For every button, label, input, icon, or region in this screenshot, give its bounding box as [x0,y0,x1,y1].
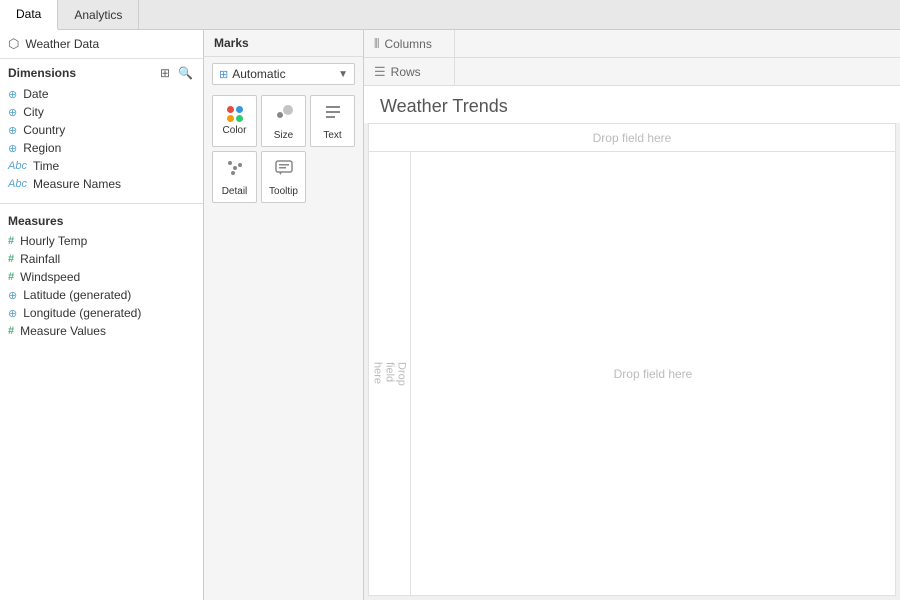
dimensions-title: Dimensions [8,66,76,80]
field-country[interactable]: ⊕ Country [0,121,203,139]
chart-title: Weather Trends [364,86,900,123]
dimensions-header: Dimensions ⊞ 🔍 [0,59,203,85]
color-icon [227,106,243,122]
detail-button[interactable]: Detail [212,151,257,203]
marks-header: Marks [204,30,363,57]
field-windspeed[interactable]: # Windspeed [0,268,203,286]
left-drop-label: Dropfieldhere [372,362,408,386]
datasource-name: Weather Data [25,37,99,51]
globe-icon: ⊕ [8,124,17,137]
measures-list: # Hourly Temp # Rainfall # Windspeed ⊕ L… [0,232,203,346]
measures-title: Measures [8,214,63,228]
tooltip-button[interactable]: Tooltip [261,151,306,203]
field-city[interactable]: ⊕ City [0,103,203,121]
top-drop-label: Drop field here [593,131,672,145]
field-measure-names[interactable]: Abc Measure Names [0,175,203,193]
marks-panel: Marks ⊞ Automatic ▼ Color [204,30,364,600]
chart-inner: Drop field here Dropfieldhere Drop field… [369,124,895,595]
datasource-row[interactable]: ⬡ Weather Data [0,30,203,59]
abc-icon: Abc [8,178,27,190]
dimensions-grid-icon[interactable]: ⊞ [158,65,172,81]
globe-icon: ⊕ [8,142,17,155]
marks-type-dropdown[interactable]: ⊞ Automatic ▼ [212,63,355,85]
globe-icon: ⊕ [8,106,17,119]
field-longitude[interactable]: ⊕ Longitude (generated) [0,304,203,322]
text-button[interactable]: Text [310,95,355,147]
rows-label: ☰ Rows [364,64,454,80]
marks-buttons: Color Size [204,91,363,207]
tab-analytics[interactable]: Analytics [58,0,139,29]
columns-shelf[interactable]: ⫴ Columns [364,30,900,58]
main-drop-label: Drop field here [614,367,693,381]
field-measure-values[interactable]: # Measure Values [0,322,203,340]
hash-icon: # [8,271,14,283]
chevron-down-icon: ▼ [338,69,348,80]
main-layout: ⬡ Weather Data Dimensions ⊞ 🔍 ⊕ Date ⊕ C… [0,30,900,600]
canvas-wrapper: Weather Trends Drop field here Dropfield… [364,86,900,600]
columns-icon: ⫴ [374,36,379,52]
detail-icon [225,158,245,183]
globe-icon: ⊕ [8,289,17,302]
dimensions-search-icon[interactable]: 🔍 [176,65,195,81]
globe-icon: ⊕ [8,88,17,101]
chart-body: Dropfieldhere Drop field here [369,152,895,595]
top-tab-bar: Data Analytics [0,0,900,30]
datasource-icon: ⬡ [8,36,19,52]
rows-shelf[interactable]: ☰ Rows [364,58,900,86]
field-time[interactable]: Abc Time [0,157,203,175]
measures-header: Measures [0,208,203,232]
abc-icon: Abc [8,160,27,172]
field-date[interactable]: ⊕ Date [0,85,203,103]
columns-label: ⫴ Columns [364,36,454,52]
size-button[interactable]: Size [261,95,306,147]
field-hourly-temp[interactable]: # Hourly Temp [0,232,203,250]
field-rainfall[interactable]: # Rainfall [0,250,203,268]
hash-icon: # [8,325,14,337]
tooltip-icon [274,158,294,183]
dimensions-list: ⊕ Date ⊕ City ⊕ Country ⊕ Region Abc Tim… [0,85,203,199]
tab-data[interactable]: Data [0,0,58,30]
field-latitude[interactable]: ⊕ Latitude (generated) [0,286,203,304]
size-icon [274,102,294,127]
columns-drop-area[interactable] [454,30,900,57]
chart-area: Drop field here Dropfieldhere Drop field… [368,123,896,596]
dimensions-icons: ⊞ 🔍 [158,65,195,81]
top-drop-area[interactable]: Drop field here [369,124,895,152]
divider [0,203,203,204]
hash-icon: # [8,235,14,247]
rows-icon: ☰ [374,64,386,80]
right-panel: ⫴ Columns ☰ Rows Weather Trends Drop fie… [364,30,900,600]
main-drop-area[interactable]: Drop field here [411,152,895,595]
left-panel: ⬡ Weather Data Dimensions ⊞ 🔍 ⊕ Date ⊕ C… [0,30,204,600]
rows-drop-area[interactable] [454,58,900,85]
globe-icon: ⊕ [8,307,17,320]
text-icon [323,102,343,127]
left-drop-area[interactable]: Dropfieldhere [369,152,411,595]
marks-type-icon: ⊞ [219,68,228,81]
color-button[interactable]: Color [212,95,257,147]
hash-icon: # [8,253,14,265]
field-region[interactable]: ⊕ Region [0,139,203,157]
marks-type-label: Automatic [232,67,334,81]
